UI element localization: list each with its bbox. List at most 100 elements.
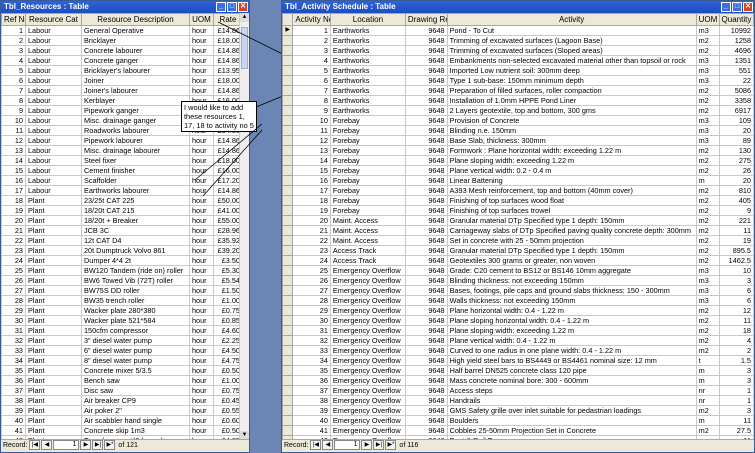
record-selector-icon[interactable]: [282, 35, 294, 46]
table-cell[interactable]: 9648: [404, 115, 448, 126]
table-row[interactable]: 35 Plant Concrete mixer 5/3.5 hour £0.50: [1, 365, 243, 376]
table-cell[interactable]: 1: [292, 25, 331, 36]
table-cell[interactable]: m2: [695, 335, 720, 346]
table-cell[interactable]: Access Track: [329, 255, 406, 266]
table-cell[interactable]: 26: [718, 165, 754, 176]
table-cell[interactable]: 16: [1, 175, 26, 186]
table-cell[interactable]: hour: [189, 305, 214, 316]
table-cell[interactable]: m2: [695, 425, 720, 436]
table-cell[interactable]: 4696: [718, 45, 754, 56]
table-cell[interactable]: Concrete mixer 5/3.5: [81, 365, 190, 376]
table-cell[interactable]: Granular material DTp Specified type 1 d…: [446, 245, 697, 256]
record-selector-icon[interactable]: [282, 205, 294, 216]
table-cell[interactable]: 12t CAT D4: [81, 235, 190, 246]
table-cell[interactable]: Bench saw: [81, 375, 190, 386]
table-cell[interactable]: Emergency Overflow: [329, 365, 406, 376]
table-cell[interactable]: m2: [695, 105, 720, 116]
resources-titlebar[interactable]: Tbl_Resources : Table _ □ ✕: [1, 1, 249, 13]
table-cell[interactable]: m3: [695, 295, 720, 306]
table-cell[interactable]: A393 Mesh reinforcement, top and bottom …: [446, 185, 697, 196]
table-row[interactable]: 5 Labour Bricklayer's labourer hour £13.95: [1, 65, 243, 76]
table-row[interactable]: 8 Earthworks 9648 Installation of 1.0mm HPP…: [282, 95, 754, 106]
table-cell[interactable]: 9648: [404, 215, 448, 226]
table-cell[interactable]: 1: [1, 25, 26, 36]
table-cell[interactable]: 2: [1, 35, 26, 46]
table-cell[interactable]: 9648: [404, 45, 448, 56]
table-cell[interactable]: Plant: [25, 345, 82, 356]
table-cell[interactable]: 9648: [404, 405, 448, 416]
table-cell[interactable]: hour: [189, 385, 214, 396]
table-cell[interactable]: Earthworks labourer: [81, 185, 190, 196]
table-cell[interactable]: hour: [189, 35, 214, 46]
table-row[interactable]: 27 Emergency Overflow 9648 Bases, footings,…: [282, 285, 754, 296]
table-cell[interactable]: Emergency Overflow: [329, 355, 406, 366]
column-header[interactable]: UOM: [695, 13, 720, 26]
table-cell[interactable]: t: [695, 355, 720, 366]
table-cell[interactable]: High yield steel bars to BS4449 or BS446…: [446, 355, 697, 366]
record-selector-icon[interactable]: [282, 255, 294, 266]
table-cell[interactable]: 10992: [718, 25, 754, 36]
table-cell[interactable]: Labour: [25, 45, 82, 56]
table-cell[interactable]: 9648: [404, 365, 448, 376]
table-cell[interactable]: Forebay: [329, 125, 406, 136]
record-selector-icon[interactable]: [282, 185, 294, 196]
table-cell[interactable]: Plant: [25, 265, 82, 276]
table-cell[interactable]: Emergency Overflow: [329, 375, 406, 386]
table-cell[interactable]: 19: [292, 205, 331, 216]
table-row[interactable]: 22 Plant 12t CAT D4 hour £35.92: [1, 235, 243, 246]
table-cell[interactable]: Labour: [25, 165, 82, 176]
table-cell[interactable]: 6917: [718, 105, 754, 116]
table-cell[interactable]: Finishing of top surfaces wood float: [446, 195, 697, 206]
activity-titlebar[interactable]: Tbl_Activity Schedule : Table _ □ ✕: [282, 1, 754, 13]
table-cell[interactable]: 33: [1, 345, 26, 356]
table-cell[interactable]: 27: [1, 285, 26, 296]
table-cell[interactable]: Emergency Overflow: [329, 335, 406, 346]
table-cell[interactable]: 25: [292, 265, 331, 276]
table-row[interactable]: 37 Plant Disc saw hour £0.75: [1, 385, 243, 396]
table-cell[interactable]: m2: [695, 145, 720, 156]
table-row[interactable]: 30 Emergency Overflow 9648 Plane sloping ho…: [282, 315, 754, 326]
table-cell[interactable]: hour: [189, 175, 214, 186]
last-record-icon[interactable]: ▶|: [92, 440, 104, 451]
table-cell[interactable]: GMS Safety grille over inlet suitable fo…: [446, 405, 697, 416]
table-cell[interactable]: BW120 Tandem (ride on) roller: [81, 265, 190, 276]
table-cell[interactable]: JCB 3C: [81, 225, 190, 236]
table-cell[interactable]: m2: [695, 325, 720, 336]
table-cell[interactable]: Plane vertical width: 0.2 - 0.4 m: [446, 165, 697, 176]
table-cell[interactable]: Roadworks labourer: [81, 125, 190, 136]
table-row[interactable]: 23 Access Track 9648 Granular material DTp …: [282, 245, 754, 256]
table-cell[interactable]: Half barrel DN525 concrete class 120 pip…: [446, 365, 697, 376]
table-cell[interactable]: 7: [1, 85, 26, 96]
table-cell[interactable]: Emergency Overflow: [329, 275, 406, 286]
table-row[interactable]: 26 Plant BW6 Towed Vib (72T) roller hour £5.…: [1, 275, 243, 286]
column-header[interactable]: Activity No: [292, 13, 331, 26]
record-selector-icon[interactable]: [282, 75, 294, 86]
table-cell[interactable]: 35: [1, 365, 26, 376]
table-cell[interactable]: Handrails: [446, 395, 697, 406]
table-cell[interactable]: 1462.5: [718, 255, 754, 266]
table-cell[interactable]: hour: [189, 165, 214, 176]
table-row[interactable]: 3 Earthworks 9648 Trimming of excavated sur…: [282, 45, 754, 56]
table-cell[interactable]: 11: [718, 225, 754, 236]
table-cell[interactable]: Plane sloping width: exceeding 1.22 m: [446, 325, 697, 336]
table-row[interactable]: 40 Plant Air scabbler hand single hour £0.60: [1, 415, 243, 426]
table-cell[interactable]: 39: [292, 405, 331, 416]
table-cell[interactable]: 1.5: [718, 355, 754, 366]
table-row[interactable]: 33 Plant 6" diesel water pump hour £4.50: [1, 345, 243, 356]
table-cell[interactable]: 9648: [404, 155, 448, 166]
table-cell[interactable]: 9648: [404, 175, 448, 186]
table-cell[interactable]: 9648: [404, 75, 448, 86]
table-cell[interactable]: Blinding thickness: not exceeding 150mm: [446, 275, 697, 286]
table-cell[interactable]: 21: [292, 225, 331, 236]
table-cell[interactable]: Plant: [25, 405, 82, 416]
table-cell[interactable]: 6: [292, 75, 331, 86]
record-selector-icon[interactable]: [282, 345, 294, 356]
table-cell[interactable]: 9648: [404, 165, 448, 176]
table-cell[interactable]: 18/20t + Breaker: [81, 215, 190, 226]
table-cell[interactable]: Pipework ganger: [81, 105, 190, 116]
table-cell[interactable]: 28: [1, 295, 26, 306]
table-cell[interactable]: 11: [1, 125, 26, 136]
table-cell[interactable]: m2: [695, 225, 720, 236]
table-cell[interactable]: m: [695, 415, 720, 426]
table-cell[interactable]: 26: [292, 275, 331, 286]
